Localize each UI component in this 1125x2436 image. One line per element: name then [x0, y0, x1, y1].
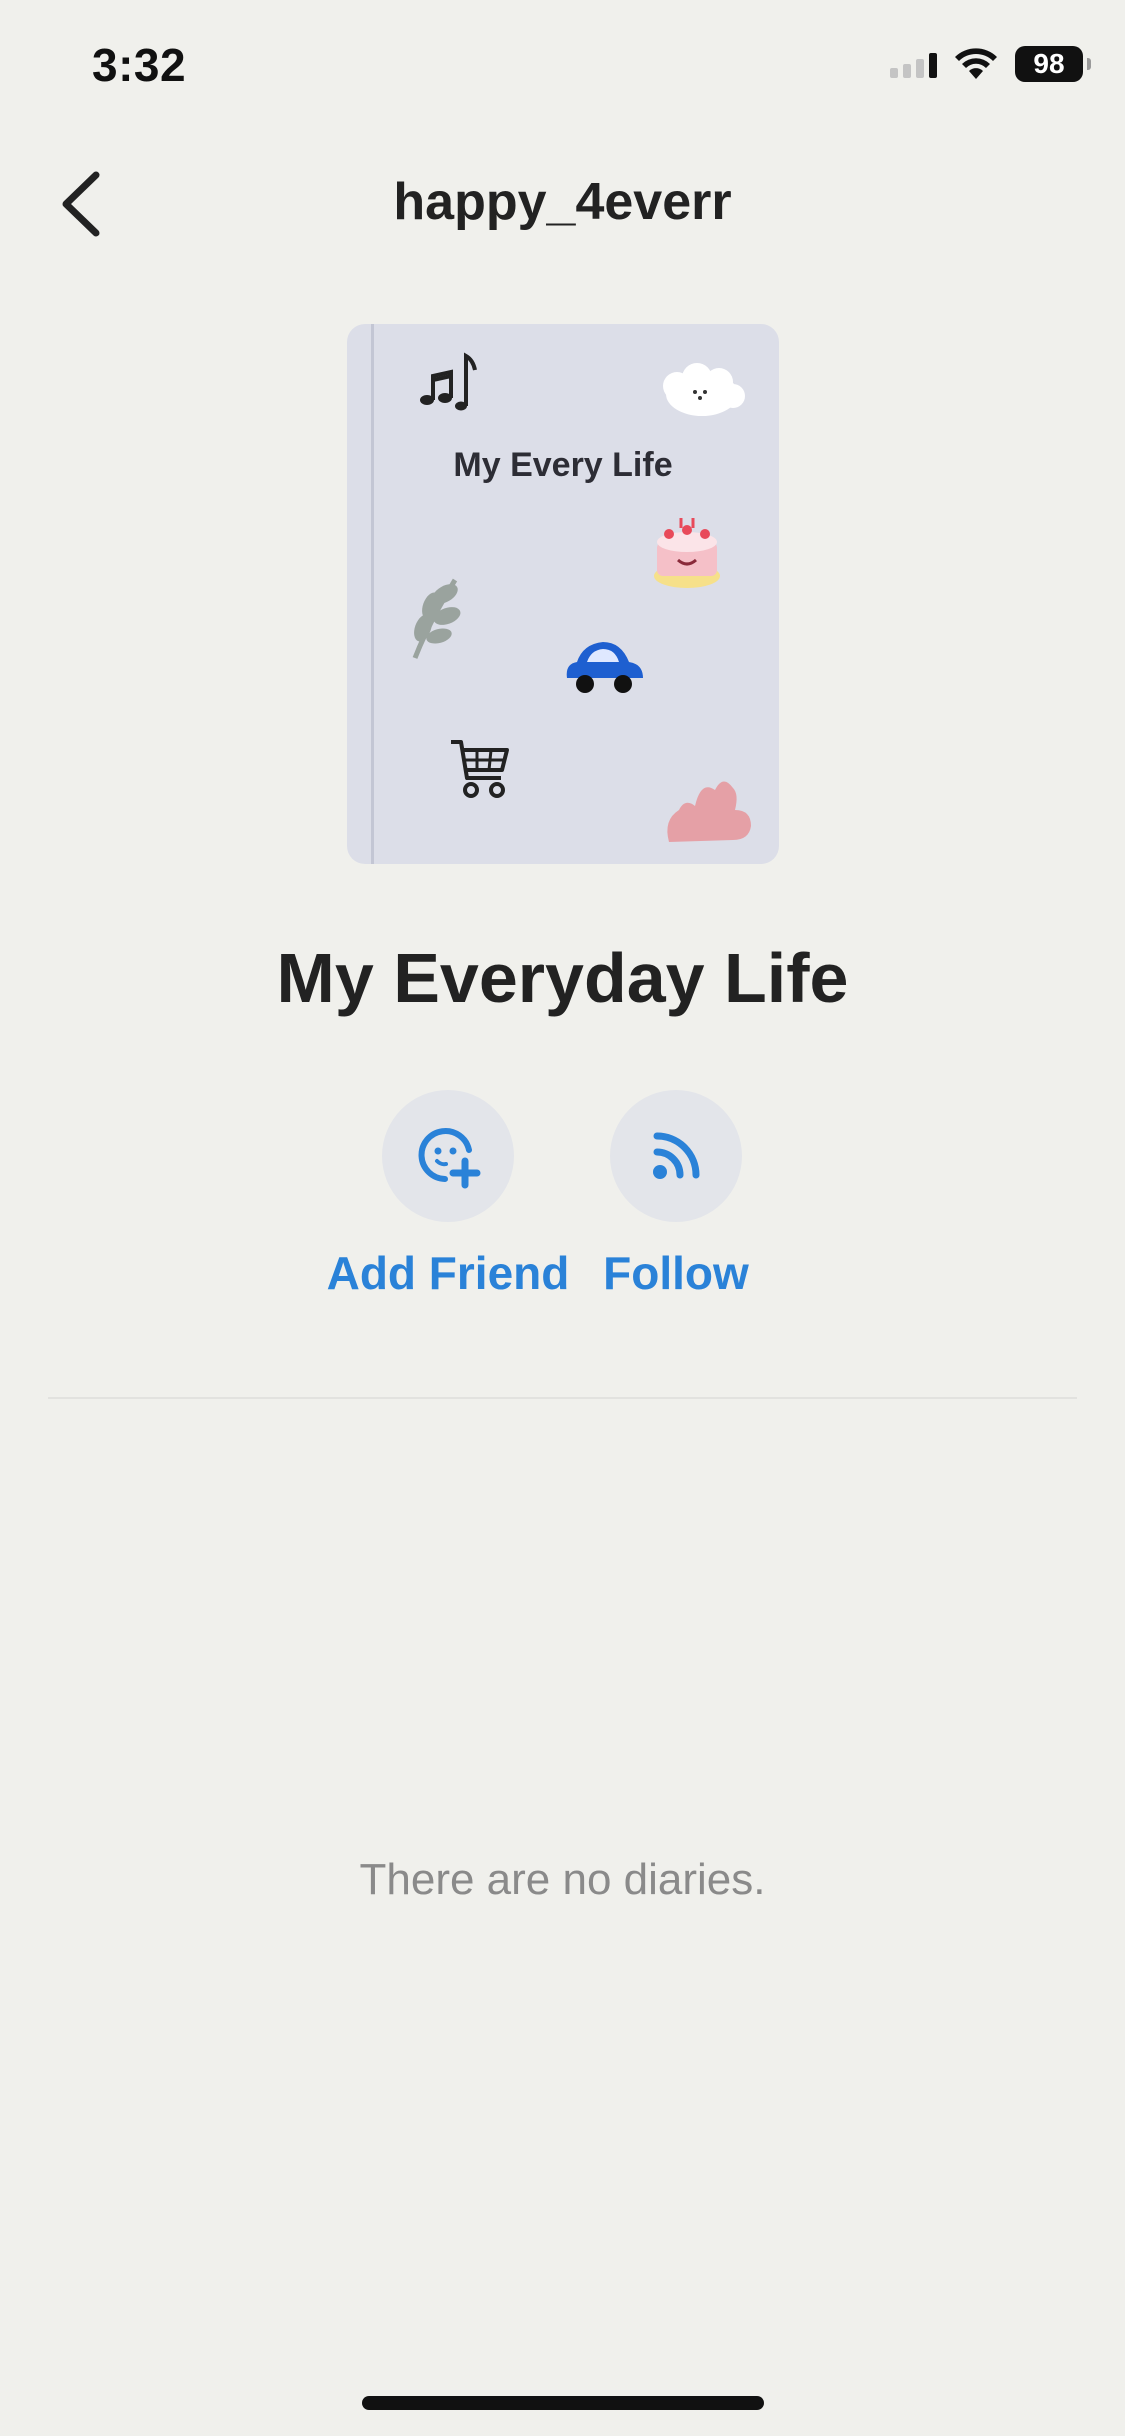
cloud-dog-icon	[663, 363, 745, 416]
pink-plant-icon	[667, 781, 751, 842]
follow-label: Follow	[603, 1247, 749, 1299]
status-icons: 98	[890, 46, 1091, 82]
status-time: 3:32	[92, 39, 187, 91]
leaf-icon	[412, 578, 461, 659]
follow-circle	[610, 1090, 742, 1222]
cover-title: My Every Life	[453, 446, 673, 484]
empty-state-message: There are no diaries.	[359, 1855, 766, 1904]
music-notes-icon	[420, 352, 477, 411]
battery-level: 98	[1033, 48, 1065, 79]
diary-cover[interactable]: My Every Life	[347, 324, 779, 864]
wifi-icon	[955, 48, 997, 79]
shopping-cart-icon	[451, 740, 509, 798]
home-indicator[interactable]	[362, 2396, 764, 2410]
battery-icon: 98	[1015, 46, 1091, 82]
add-friend-label: Add Friend	[326, 1247, 570, 1299]
add-friend-circle	[382, 1090, 514, 1222]
divider	[48, 1397, 1077, 1399]
cellular-signal-icon	[890, 50, 937, 78]
diary-title: My Everyday Life	[276, 939, 849, 1017]
add-friend-icon	[418, 1128, 481, 1189]
page-title: happy_4everr	[393, 173, 732, 231]
nav-bar: happy_4everr	[0, 150, 1125, 260]
cake-icon	[654, 518, 720, 588]
status-bar: 3:32 98	[0, 0, 1125, 135]
car-icon	[566, 642, 643, 693]
add-friend-button[interactable]: Add Friend	[318, 1090, 578, 1300]
follow-button[interactable]: Follow	[546, 1090, 806, 1300]
cover-spine	[371, 324, 374, 864]
rss-icon	[653, 1132, 700, 1179]
